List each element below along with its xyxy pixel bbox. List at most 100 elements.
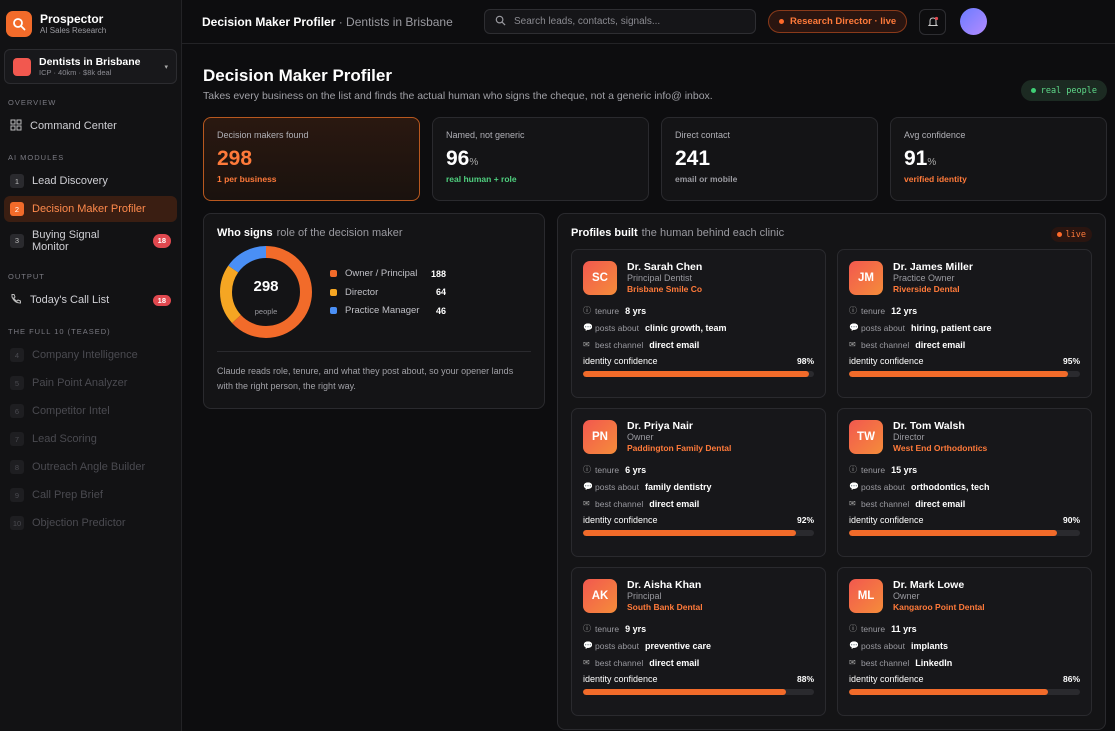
avatar: PN	[583, 420, 617, 454]
sidebar-item-label: Decision Maker Profiler	[32, 203, 146, 215]
legend-swatch	[330, 288, 337, 296]
avatar: JM	[849, 261, 883, 295]
confidence-value: 86%	[1062, 674, 1080, 684]
legend-item: Owner / Principal 188	[330, 264, 446, 283]
speech-bubble-icon: 💬	[583, 641, 593, 650]
profile-card[interactable]: TW Dr. Tom Walsh Director West End Ortho…	[837, 408, 1092, 557]
stat-card: Named, not generic 96% real human + role	[432, 117, 649, 201]
stat-value: 96%	[446, 147, 635, 171]
confidence-label: identity confidence	[849, 674, 924, 684]
sidebar-item-teased[interactable]: 5 Pain Point Analyzer	[4, 370, 177, 396]
mail-icon: ✉	[849, 658, 856, 667]
stat-value: 241	[675, 147, 864, 171]
page-content: Decision Maker Profiler Takes every busi…	[182, 44, 1115, 730]
channel-row: ✉ best channel direct email	[583, 495, 814, 512]
stat-number: 96	[446, 147, 470, 170]
stat-card: Direct contact 241 email or mobile	[661, 117, 878, 201]
live-dot	[779, 19, 784, 24]
brand[interactable]: Prospector AI Sales Research	[4, 10, 177, 38]
sidebar-item-label: Buying Signal Monitor	[32, 229, 100, 253]
profile-card[interactable]: AK Dr. Aisha Khan Principal South Bank D…	[571, 567, 826, 716]
step-number: 3	[10, 234, 24, 248]
who-signs-panel: Who signs role of the decision maker 298 …	[203, 213, 545, 409]
avatar[interactable]	[960, 8, 988, 35]
stat-label: Named, not generic	[446, 130, 525, 140]
real-people-tag: real people	[1020, 80, 1107, 101]
sidebar-item-call-list[interactable]: Today's Call List 18	[4, 287, 177, 313]
attr-label: posts about	[861, 640, 905, 651]
channel-value: direct email	[915, 498, 966, 509]
step-number: 4	[10, 348, 24, 362]
count-badge: 18	[152, 294, 171, 306]
posts-value: implants	[910, 640, 948, 651]
page-title: Decision Maker Profiler	[203, 66, 392, 85]
confidence-value: 95%	[1062, 356, 1080, 366]
stat-footnote: 1 per business	[217, 174, 277, 184]
attr-label: tenure	[861, 464, 886, 475]
tenure-row: ⓘ tenure 11 yrs	[849, 620, 1080, 637]
sidebar-item-teased[interactable]: 10 Objection Predictor	[4, 510, 177, 536]
sidebar-item-command-center[interactable]: Command Center	[4, 113, 177, 139]
attr-label: posts about	[861, 481, 905, 492]
confidence-row: identity confidence 88%	[583, 674, 814, 684]
profile-role: Owner	[893, 591, 920, 601]
who-signs-title: Who signs	[217, 227, 273, 239]
profile-card[interactable]: SC Dr. Sarah Chen Principal Dentist Bris…	[571, 249, 826, 398]
speech-bubble-icon: 💬	[849, 641, 859, 650]
attr-label: best channel	[595, 339, 644, 350]
sidebar-item-teased[interactable]: 7 Lead Scoring	[4, 426, 177, 452]
confidence-bar	[849, 371, 1080, 377]
avatar: SC	[583, 261, 617, 295]
bell-icon[interactable]	[919, 8, 947, 35]
step-number: 8	[10, 460, 24, 474]
sidebar-item-decision-maker-profiler[interactable]: 2 Decision Maker Profiler	[4, 196, 177, 222]
attr-label: tenure	[595, 305, 620, 316]
sidebar-item-lead-discovery[interactable]: 1 Lead Discovery	[4, 168, 177, 194]
mail-icon: ✉	[583, 658, 590, 667]
sidebar-item-teased[interactable]: 6 Competitor Intel	[4, 398, 177, 424]
tenure-value: 12 yrs	[891, 305, 918, 316]
step-number: 5	[10, 376, 24, 390]
sidebar-item-buying-signal-monitor[interactable]: 3 Buying Signal Monitor 18	[4, 224, 177, 258]
stat-value: 298	[217, 147, 406, 171]
attr-label: posts about	[861, 322, 905, 333]
icp-subtitle: ICP · 40km · $8k deal	[39, 68, 112, 77]
profile-role: Owner	[627, 432, 654, 442]
posts-row: 💬 posts about family dentistry	[583, 478, 814, 495]
legend-swatch	[330, 270, 337, 277]
profile-card[interactable]: JM Dr. James Miller Practice Owner River…	[837, 249, 1092, 398]
stat-label: Avg confidence	[904, 130, 966, 140]
brand-subtitle: AI Sales Research	[40, 25, 107, 35]
mail-icon: ✉	[849, 340, 856, 349]
attr-label: posts about	[595, 640, 639, 651]
sidebar-item-teased[interactable]: 8 Outreach Angle Builder	[4, 454, 177, 480]
attr-label: best channel	[861, 339, 910, 350]
confidence-row: identity confidence 92%	[583, 515, 814, 525]
stat-footnote: real human + role	[446, 174, 517, 184]
profiles-panel: Profiles built the human behind each clin…	[557, 213, 1106, 730]
stat-number: 241	[675, 147, 711, 170]
profile-org: Paddington Family Dental	[627, 443, 732, 453]
attr-label: tenure	[861, 305, 886, 316]
research-director-status[interactable]: Research Director · live	[768, 10, 908, 33]
stat-label: Decision makers found	[217, 130, 309, 140]
stat-card: Avg confidence 91% verified identity	[890, 117, 1107, 201]
legend-value: 64	[436, 287, 447, 297]
sidebar-item-teased[interactable]: 4 Company Intelligence	[4, 342, 177, 368]
profile-card[interactable]: ML Dr. Mark Lowe Owner Kangaroo Point De…	[837, 567, 1092, 716]
profile-card[interactable]: PN Dr. Priya Nair Owner Paddington Famil…	[571, 408, 826, 557]
status-text: Research Director · live	[790, 16, 897, 27]
posts-value: hiring, patient care	[910, 322, 992, 333]
donut-total-label: people	[255, 307, 278, 316]
info-icon: ⓘ	[849, 306, 857, 315]
search-input[interactable]: Search leads, contacts, signals...	[484, 9, 756, 34]
tenure-value: 9 yrs	[625, 623, 647, 634]
sidebar-item-teased[interactable]: 9 Call Prep Brief	[4, 482, 177, 508]
channel-value: direct email	[915, 339, 966, 350]
icp-selector[interactable]: Dentists in Brisbane ICP · 40km · $8k de…	[4, 49, 177, 84]
speech-bubble-icon: 💬	[583, 323, 593, 332]
brand-name: Prospector	[40, 11, 104, 26]
page-subtitle: Takes every business on the list and fin…	[203, 90, 713, 102]
stats-row: Decision makers found 298 1 per business…	[203, 117, 1107, 201]
section-overview: OVERVIEW	[8, 98, 57, 107]
